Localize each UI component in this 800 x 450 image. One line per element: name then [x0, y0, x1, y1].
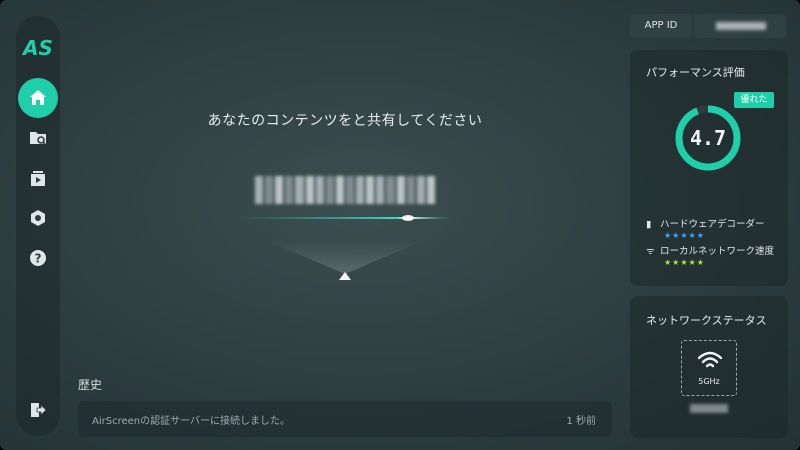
performance-card: パフォーマンス評価 優れた 4.7 ▮ ハードウェアデコーダー ★★★★★ ᯤ ロー… [630, 50, 788, 286]
projector-light-cone [265, 240, 425, 280]
history-entry[interactable]: AirScreenの認証サーバーに接続しました。 1 秒前 [78, 401, 612, 437]
network-band-indicator: 5GHz [681, 340, 737, 396]
app-id-label: APP ID [630, 14, 692, 38]
scan-beam [240, 215, 450, 221]
history-title: 歴史 [78, 378, 103, 392]
app-screen: AS ? あなたのコンテンツをと共有してください 歴史 AirScreenの認証… [0, 0, 800, 450]
network-name-blurred [690, 404, 728, 413]
performance-score: 4.7 [689, 126, 727, 150]
home-icon [30, 90, 46, 105]
history-message: AirScreenの認証サーバーに接続しました。 [92, 416, 291, 427]
wifi-icon [698, 351, 722, 368]
metric-label: ハードウェアデコーダー [660, 219, 765, 230]
network-status-card: ネットワークステータス 5GHz [630, 296, 788, 438]
media-library-icon [31, 171, 45, 186]
sidebar-item-settings[interactable] [18, 198, 58, 238]
logout-button[interactable] [18, 390, 58, 430]
metric-network-speed: ᯤ ローカルネットワーク速度 [646, 243, 774, 257]
network-band-label: 5GHz [698, 377, 720, 386]
share-prompt-title: あなたのコンテンツをと共有してください [207, 113, 483, 129]
metric-stars-network: ★★★★★ [664, 258, 705, 267]
svg-text:?: ? [35, 252, 42, 266]
history-time: 1 秒前 [566, 416, 596, 427]
sidebar-item-media[interactable] [18, 158, 58, 198]
app-id-blurred [716, 22, 766, 30]
performance-title: パフォーマンス評価 [646, 66, 745, 79]
airscreen-logo: AS [22, 36, 53, 58]
metric-stars-decoder: ★★★★★ [664, 231, 705, 240]
chip-icon: ▮ [646, 219, 652, 230]
sidebar: AS ? [16, 16, 60, 436]
connection-code-blurred [255, 176, 435, 204]
metric-label: ローカルネットワーク速度 [660, 246, 775, 257]
folder-search-icon [30, 132, 46, 145]
app-id-value [694, 14, 786, 38]
help-icon: ? [30, 250, 46, 266]
svg-text:AS: AS [22, 36, 53, 58]
metric-hardware-decoder: ▮ ハードウェアデコーダー [646, 216, 765, 230]
network-status-title: ネットワークステータス [646, 314, 767, 327]
sidebar-item-help[interactable]: ? [18, 238, 58, 278]
logout-icon [31, 403, 47, 417]
settings-hex-icon [31, 210, 45, 226]
wifi-icon: ᯤ [646, 246, 655, 257]
